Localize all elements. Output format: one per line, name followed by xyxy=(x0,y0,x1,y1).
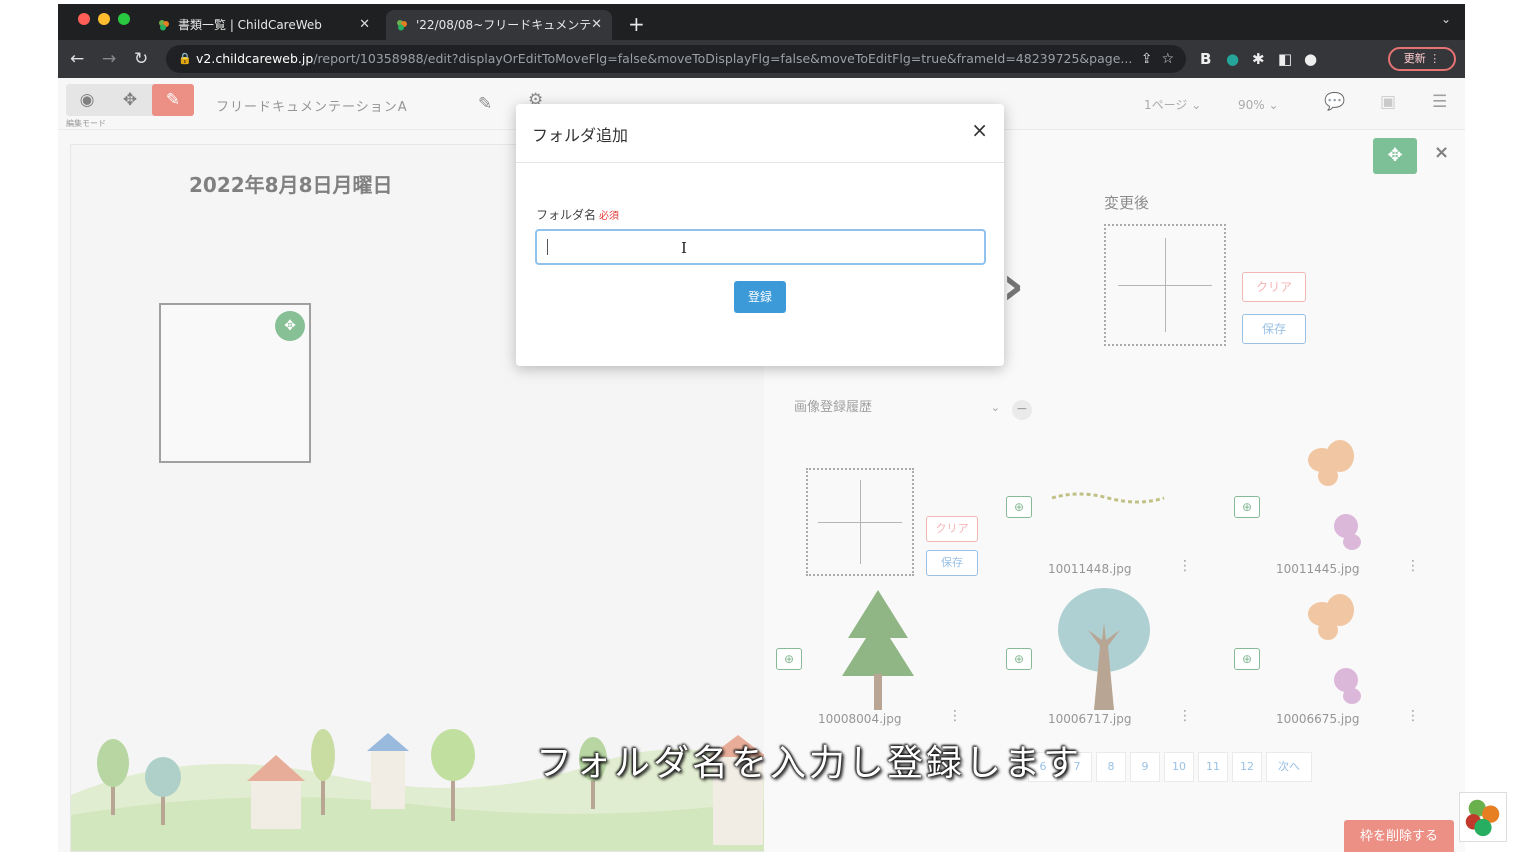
childcareweb-favicon-icon xyxy=(397,20,407,31)
forward-icon[interactable]: → xyxy=(102,48,116,70)
extension-circle-icon[interactable]: ● xyxy=(1226,49,1239,69)
folder-name-label: フォルダ名 必須 xyxy=(536,206,619,223)
video-caption: フォルダ名を入力し登録します xyxy=(536,743,1083,784)
folder-name-input[interactable] xyxy=(535,229,986,265)
address-bar[interactable]: 🔒 v2.childcareweb.jp/report/10358988/edi… xyxy=(166,45,1186,73)
update-button[interactable]: 更新 ⋮ xyxy=(1388,47,1456,71)
minimize-window-icon[interactable] xyxy=(98,13,110,25)
extensions-puzzle-icon[interactable]: ✱ xyxy=(1252,49,1265,69)
browser-toolbar: ← → ↻ 🔒 v2.childcareweb.jp/report/103589… xyxy=(58,40,1465,78)
tab-bar: 書類一覧 | ChildCareWeb ✕ '22/08/08~フリードキュメン… xyxy=(58,4,1465,40)
register-button[interactable]: 登録 xyxy=(734,281,786,313)
tab-document-list[interactable]: 書類一覧 | ChildCareWeb ✕ xyxy=(148,10,380,40)
sidebar-icon[interactable]: ◧ xyxy=(1278,49,1292,69)
add-folder-dialog: フォルダ追加 × フォルダ名 必須 I 登録 xyxy=(516,104,1004,366)
profile-icon[interactable]: ● xyxy=(1304,49,1317,69)
lock-icon: 🔒 xyxy=(178,52,192,65)
tab-label: 書類一覧 | ChildCareWeb xyxy=(178,18,322,32)
tab-close-icon[interactable]: ✕ xyxy=(591,10,602,40)
new-tab-icon[interactable]: + xyxy=(628,10,645,38)
text-cursor-icon: I xyxy=(681,239,687,257)
dialog-divider xyxy=(516,162,1004,163)
childcareweb-logo-icon xyxy=(1459,792,1507,842)
screen: 書類一覧 | ChildCareWeb ✕ '22/08/08~フリードキュメン… xyxy=(0,0,1523,854)
share-icon[interactable]: ⇪ xyxy=(1141,51,1153,67)
back-icon[interactable]: ← xyxy=(70,48,84,70)
extension-b-icon[interactable]: B xyxy=(1200,49,1211,69)
dialog-title: フォルダ追加 xyxy=(532,126,629,145)
url-path: /report/10358988/edit?displayOrEditToMov… xyxy=(313,51,1133,66)
close-window-icon[interactable] xyxy=(78,13,90,25)
childcareweb-favicon-icon xyxy=(159,20,169,31)
close-icon[interactable]: × xyxy=(971,120,988,140)
address-bar-actions: ⇪ ☆ xyxy=(1141,45,1174,73)
bookmark-star-icon[interactable]: ☆ xyxy=(1161,51,1174,67)
tab-search-chevron-icon[interactable]: ⌄ xyxy=(1441,12,1451,26)
text-caret xyxy=(547,239,548,255)
folder-name-label-text: フォルダ名 xyxy=(536,208,597,222)
tab-free-documentation[interactable]: '22/08/08~フリードキュメンテ ✕ xyxy=(386,10,612,40)
required-badge: 必須 xyxy=(599,211,620,222)
tab-label: '22/08/08~フリードキュメンテ xyxy=(416,18,592,32)
zoom-window-icon[interactable] xyxy=(118,13,130,25)
reload-icon[interactable]: ↻ xyxy=(134,48,148,70)
update-button-label: 更新 xyxy=(1403,52,1426,65)
browser-window: 書類一覧 | ChildCareWeb ✕ '22/08/08~フリードキュメン… xyxy=(58,4,1465,852)
tab-close-icon[interactable]: ✕ xyxy=(359,10,370,40)
url-host: v2.childcareweb.jp xyxy=(196,51,314,66)
